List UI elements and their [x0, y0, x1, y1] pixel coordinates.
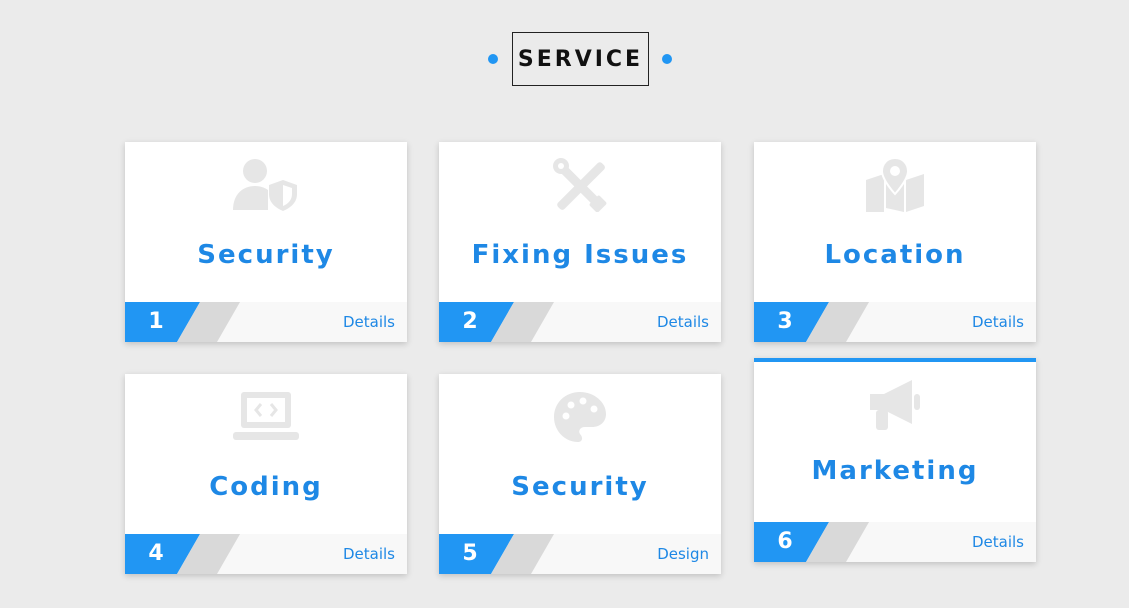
palette-icon — [439, 390, 721, 444]
service-card-security[interactable]: Security 1 Details — [125, 142, 407, 342]
card-number: 5 — [462, 541, 478, 566]
card-title: Security — [511, 472, 649, 502]
megaphone-icon — [754, 378, 1036, 432]
map-marker-icon — [754, 158, 1036, 212]
service-card-coding[interactable]: Coding 4 Details — [125, 374, 407, 574]
details-link[interactable]: Details — [657, 302, 709, 342]
card-number: 6 — [777, 529, 793, 554]
card-number: 2 — [462, 309, 478, 334]
user-shield-icon — [125, 158, 407, 212]
card-footer: 1 Details — [125, 302, 407, 342]
card-footer: 2 Details — [439, 302, 721, 342]
service-card-location[interactable]: Location 3 Details — [754, 142, 1036, 342]
heading-dot-right — [662, 54, 672, 64]
section-heading: SERVICE — [0, 32, 1129, 86]
tools-icon — [439, 158, 721, 212]
card-number: 3 — [777, 309, 793, 334]
card-title: Coding — [209, 472, 323, 502]
laptop-code-icon — [125, 390, 407, 444]
section-title: SERVICE — [512, 32, 649, 86]
card-title: Fixing Issues — [471, 240, 689, 270]
card-title: Security — [197, 240, 335, 270]
details-link[interactable]: Details — [972, 302, 1024, 342]
card-footer: 3 Details — [754, 302, 1036, 342]
card-title: Marketing — [811, 456, 979, 486]
heading-dot-left — [488, 54, 498, 64]
details-link[interactable]: Details — [343, 302, 395, 342]
service-card-marketing[interactable]: Marketing 6 Details — [754, 358, 1036, 562]
card-footer: 4 Details — [125, 534, 407, 574]
card-title: Location — [824, 240, 966, 270]
details-link[interactable]: Details — [343, 534, 395, 574]
card-number: 1 — [148, 309, 164, 334]
design-link[interactable]: Design — [657, 534, 709, 574]
card-number: 4 — [148, 541, 164, 566]
card-footer: 5 Design — [439, 534, 721, 574]
service-card-security-design[interactable]: Security 5 Design — [439, 374, 721, 574]
details-link[interactable]: Details — [972, 522, 1024, 562]
card-footer: 6 Details — [754, 522, 1036, 562]
service-card-fixing-issues[interactable]: Fixing Issues 2 Details — [439, 142, 721, 342]
